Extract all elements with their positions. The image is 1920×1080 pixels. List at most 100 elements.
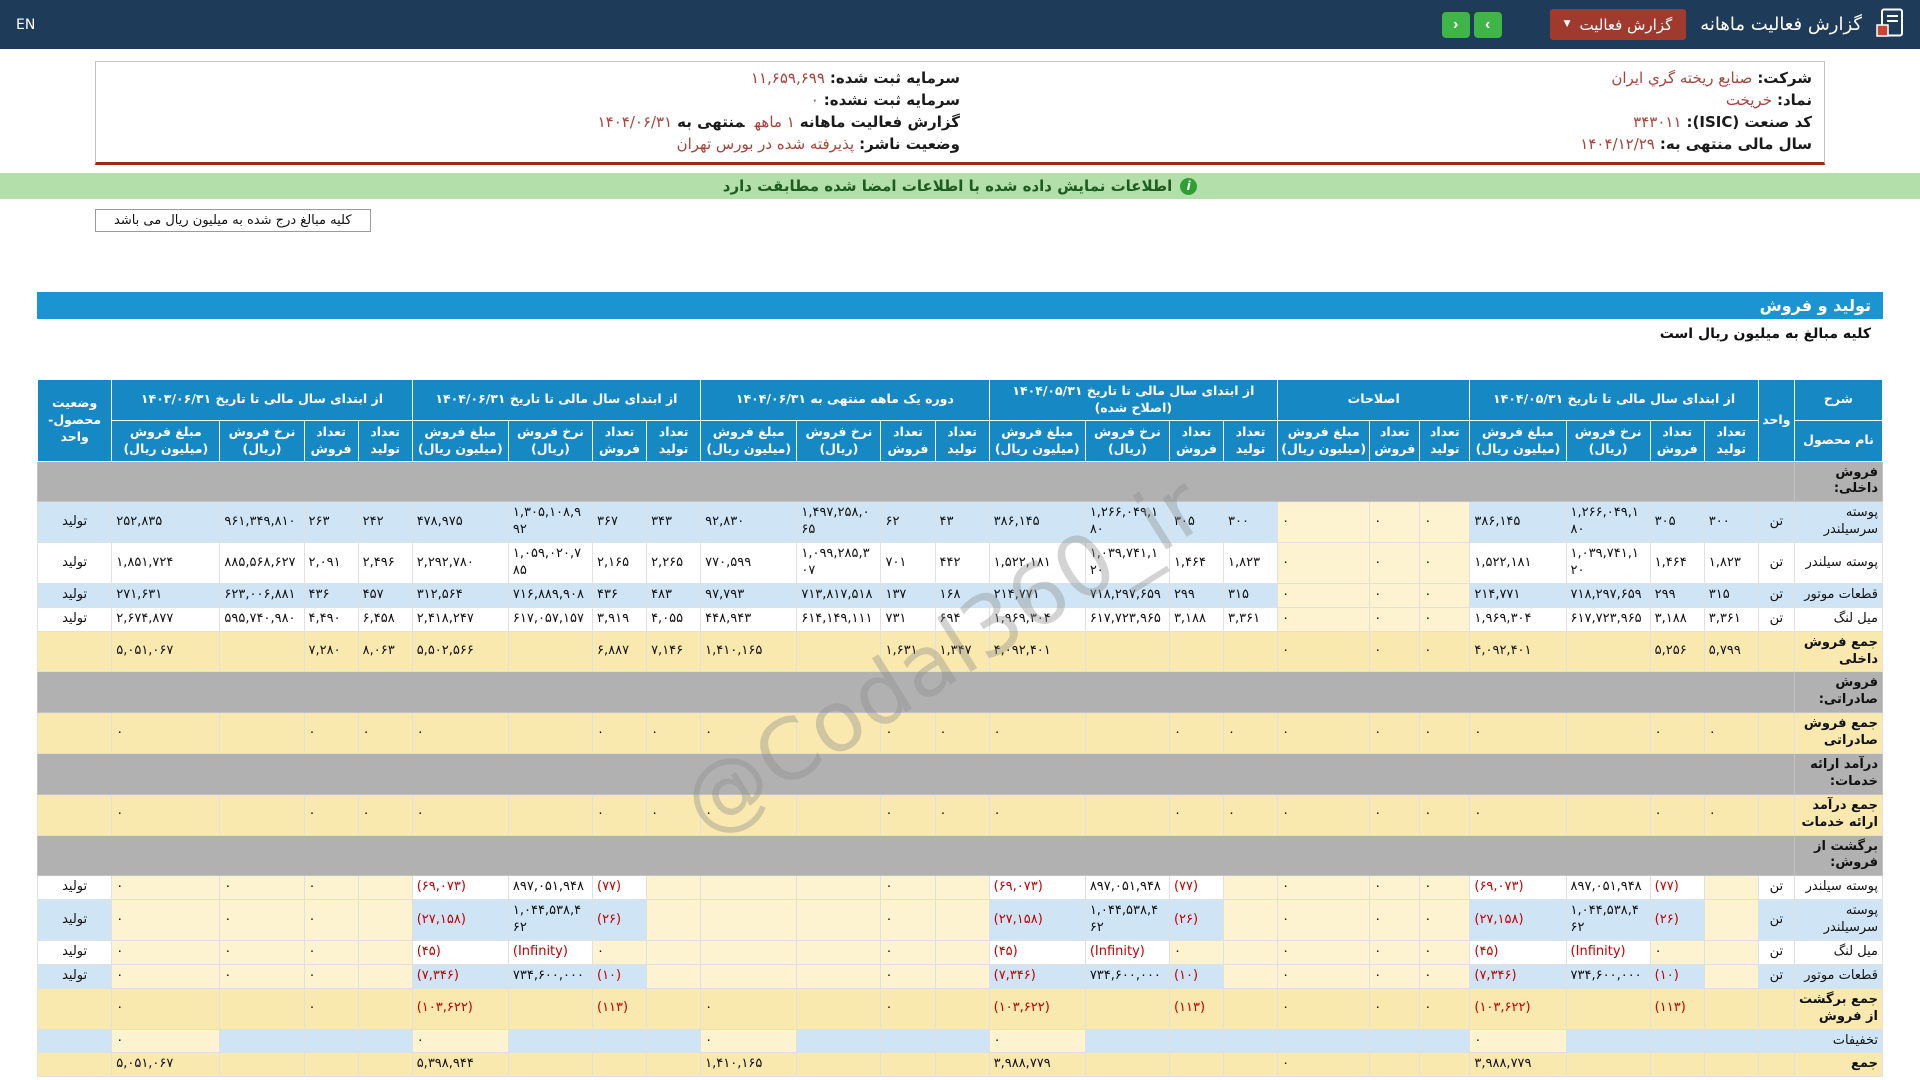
value-cell [507,712,594,754]
column-header: تعداد تولید [1419,419,1471,462]
table-amounts-note: کلیه مبالغ به میلیون ریال است [37,319,1883,347]
value-cell: ۱,۳۰۵,۱۰۸,۹۹۲ [507,501,594,544]
column-group-header: از ابتدای سال مالی تا تاریخ ۱۴۰۴/۰۶/۳۱ [411,379,702,421]
column-header: تعداد تولید [934,419,990,462]
value-cell: ۰ [1369,712,1421,754]
info-label: سال مالی منتهی به: [1659,135,1812,153]
value-cell: ۱,۲۶۶,۰۴۹,۱۸۰ [1084,501,1170,544]
value-cell: (۲۷,۱۵۸) [411,899,509,941]
value-cell [1084,1028,1170,1054]
unit-cell [1757,630,1795,673]
value-cell: ۰ [1277,606,1371,632]
table-row: میل لنگ تن ۳,۳۶۱ ۳,۱۸۸ ۶۱۷,۷۲۳,۹۶۵ ۱,۹۶۹,۳۰۴ ۰… [36,606,1884,632]
value-cell: ۰ [591,712,648,754]
value-cell: ۰ [1649,793,1705,836]
value-cell: ۰ [591,939,648,965]
value-cell [1565,987,1651,1030]
column-group-header: شرح [1793,379,1884,421]
prev-report-button[interactable]: ‹ [1441,11,1470,38]
value-cell: ۳,۹۸۸,۷۷۹ [1469,1052,1567,1078]
row-label-cell: جمع درآمد ارائه خدمات [1793,793,1884,836]
info-label: گزارش فعالیت ماهانه [799,113,960,131]
value-cell: ۷۳۱ [880,606,936,632]
value-cell: ۱,۴۹۷,۲۵۸,۰۶۵ [796,501,882,544]
info-field: گزارش فعالیت ماهانه۱ ماهه منتهی به۱۴۰۴/۰۶… [108,111,960,133]
info-label: کد صنعت (ISIC): [1686,113,1813,131]
info-value: پذیرفته شده در بورس تهران [676,135,855,153]
column-header: نرخ فروش (ریال) [796,419,882,462]
value-cell: ۷۰۱ [880,542,936,584]
total-row: جمع فروش داخلی ۵,۷۹۹ ۵,۲۵۶ ۴,۰۹۲,۴۰۱ ۰ ۰ ۰ ۴,۰۹… [36,630,1884,673]
value-cell: ۱,۸۲۳ [1223,542,1279,584]
value-cell: ۰ [1168,712,1225,754]
section-filler [37,671,1795,714]
value-cell [1084,987,1170,1030]
value-cell: ۰ [411,1028,509,1054]
language-toggle[interactable]: EN [16,17,35,33]
value-cell: ۴۸۳ [646,582,702,608]
value-cell [1703,963,1759,989]
amounts-unit-note: کلیه مبالغ درج شده به میلیون ریال می باش… [95,209,371,232]
value-cell: ۲۷۱,۶۳۱ [111,582,221,608]
table-row: قطعات موتور تن ۳۱۵ ۲۹۹ ۷۱۸,۲۹۷,۶۵۹ ۲۱۴,۷۷۱ ۰ ۰ ۰… [36,582,1884,608]
value-cell: ۱,۳۴۷ [934,630,990,673]
column-header: تعداد تولید [1223,419,1279,462]
value-cell: ۹۶۱,۳۴۹,۸۱۰ [219,501,305,544]
value-cell: ۰ [1649,939,1705,965]
row-label-cell: جمع فروش داخلی [1793,630,1884,673]
total-row: جمع فروش صادراتی ۰ ۰ ۰ ۰ ۰ ۰ ۰ ۰ ۰ ۰ ۰ ۰ ۰ ۰ ۰ ۰ ۰ ۰ [36,712,1884,754]
status-cell [36,630,113,673]
info-box: شرکت:صنایع ریخته گري ایران سرمایه ثبت شده… [95,61,1825,165]
next-report-button[interactable]: › [1473,11,1502,38]
value-cell [219,1028,305,1054]
row-label-cell: پوسته سیلندر [1793,875,1884,901]
value-cell [357,1052,413,1078]
unit-cell: تن [1757,875,1795,901]
value-cell [1419,1028,1471,1054]
value-cell [796,875,882,901]
value-cell: ۰ [1469,712,1567,754]
value-cell: ۰ [1277,501,1371,544]
value-cell: ۰ [111,963,221,989]
value-cell: ۱,۸۵۱,۷۲۴ [111,542,221,584]
value-cell: ۰ [1223,712,1279,754]
value-cell: ۰ [1277,712,1371,754]
value-cell [796,712,882,754]
value-cell: ۰ [1277,939,1371,965]
value-cell: ۰ [1419,899,1471,941]
column-group-header: واحد [1757,379,1795,462]
unit-cell: تن [1757,582,1795,608]
value-cell: ۰ [1703,793,1759,836]
value-cell [1703,987,1759,1030]
value-cell [700,939,798,965]
value-cell [646,963,702,989]
unit-cell [1757,712,1795,754]
value-cell: ۱,۴۶۴ [1649,542,1705,584]
table-row: قطعات موتور تن (۱۰) ۷۳۴,۶۰۰,۰۰۰ (۷,۳۴۶) ۰ ۰ ۰ (۱… [36,963,1884,989]
value-cell: ۰ [880,875,936,901]
value-cell: ۰ [1168,793,1225,836]
value-cell [1223,1052,1279,1078]
value-cell: ۱,۴۱۰,۱۶۵ [700,630,798,673]
value-cell: ۳۱۵ [1703,582,1759,608]
value-cell [1565,1028,1651,1054]
value-cell: ۷۳۴,۶۰۰,۰۰۰ [507,963,594,989]
value-cell: ۰ [111,987,221,1030]
value-cell: (۲۶) [1168,899,1225,941]
section-production-sales: تولید و فروش [37,292,1883,319]
value-cell: ۷۱۶,۸۸۹,۹۰۸ [507,582,594,608]
value-cell [1703,899,1759,941]
value-cell: ۰ [1369,963,1421,989]
value-cell: ۰ [880,899,936,941]
value-cell: ۰ [1369,939,1421,965]
value-cell: (۱۱۳) [591,987,648,1030]
value-cell [934,899,990,941]
info-value: خریخت [1725,91,1772,109]
value-cell [219,987,305,1030]
value-cell [1223,963,1279,989]
value-cell: ۰ [1277,963,1371,989]
signature-match-alert: i اطلاعات نمایش داده شده با اطلاعات امضا… [0,173,1920,199]
value-cell: ۳,۹۸۸,۷۷۹ [988,1052,1086,1078]
report-type-button[interactable]: گزارش فعالیت ▼ [1549,9,1687,40]
value-cell: (Infinity) [1565,939,1651,965]
